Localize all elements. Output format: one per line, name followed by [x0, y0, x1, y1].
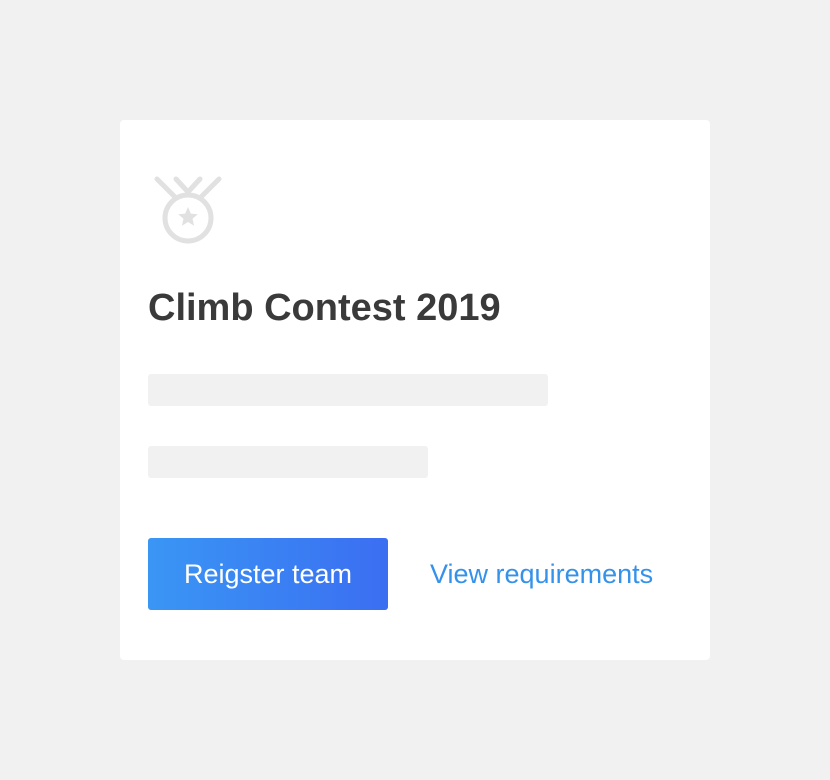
contest-card: Climb Contest 2019 Reigster team View re… [120, 120, 710, 660]
skeleton-line-secondary [148, 446, 428, 478]
contest-title: Climb Contest 2019 [148, 287, 501, 329]
view-requirements-link[interactable]: View requirements [430, 556, 653, 592]
register-team-button[interactable]: Reigster team [148, 538, 388, 610]
medal-icon [154, 176, 222, 248]
skeleton-line-primary [148, 374, 548, 406]
